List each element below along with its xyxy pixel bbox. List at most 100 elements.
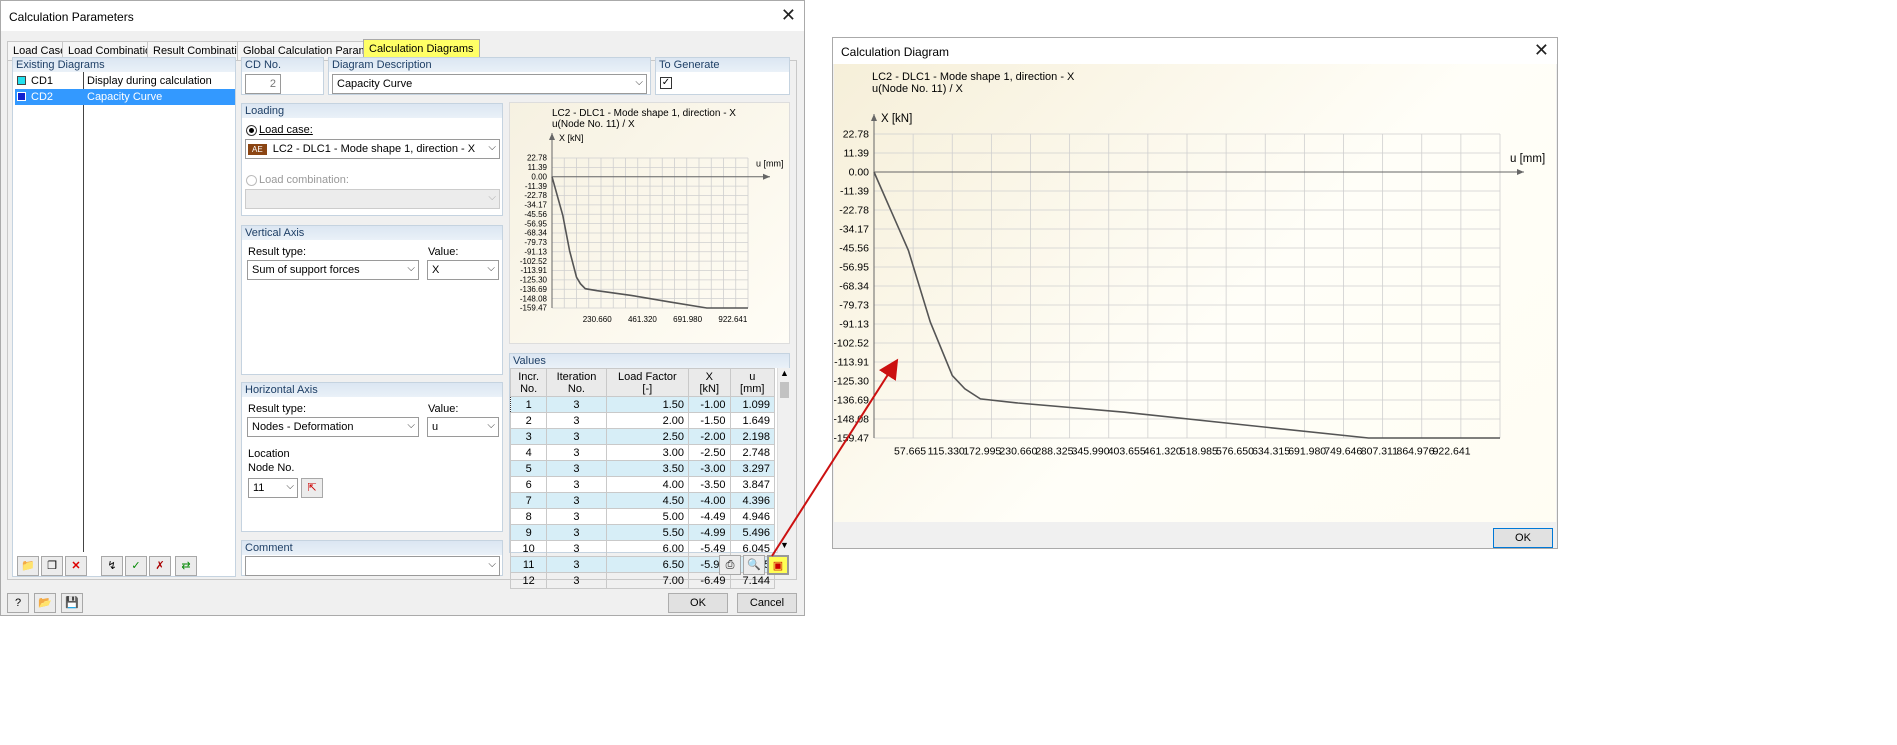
close-icon[interactable]: ✕ bbox=[1534, 40, 1549, 61]
load-case-label: Load case: bbox=[259, 124, 313, 136]
vertical-value-select[interactable]: X ⌵ bbox=[427, 260, 499, 280]
delete-diagram-button[interactable]: ✕ bbox=[65, 556, 87, 576]
color-swatch bbox=[17, 92, 26, 101]
uncheck-all-button[interactable]: ✗ bbox=[149, 556, 171, 576]
table-cell: 3 bbox=[546, 412, 607, 429]
table-cell: 2.198 bbox=[729, 428, 775, 445]
horizontal-value: u bbox=[432, 421, 439, 433]
y-tick-label: 11.39 bbox=[844, 147, 870, 159]
existing-diagrams-header: Existing Diagrams bbox=[13, 58, 235, 72]
x-tick-label: 230.660 bbox=[583, 315, 612, 324]
chevron-down-icon: ⌵ bbox=[407, 263, 415, 274]
vertical-result-type-select[interactable]: Sum of support forces ⌵ bbox=[247, 260, 419, 280]
y-tick-label: -136.69 bbox=[834, 395, 869, 407]
x-tick-label: 691.980 bbox=[1288, 446, 1326, 458]
y-tick-label: -45.56 bbox=[839, 242, 869, 254]
value-label: Value: bbox=[428, 246, 459, 258]
load-case-select[interactable]: AE LC2 - DLC1 - Mode shape 1, direction … bbox=[245, 139, 500, 159]
scroll-up-icon[interactable]: ▲ bbox=[780, 368, 789, 378]
print-button[interactable]: ⎙ bbox=[719, 555, 741, 575]
y-tick-label: -11.39 bbox=[840, 185, 869, 197]
open-icon[interactable]: 📂 bbox=[34, 593, 56, 613]
y-tick-label: -45.56 bbox=[524, 210, 547, 219]
x-tick-label: 749.646 bbox=[1324, 446, 1362, 458]
x-tick-label: 518.985 bbox=[1180, 446, 1218, 458]
cd-no-field[interactable]: 2 bbox=[245, 74, 281, 94]
zoom-button[interactable]: 🔍 bbox=[743, 555, 765, 575]
diagram-ok-button[interactable]: OK bbox=[1493, 528, 1553, 548]
table-row[interactable]: 1 3 1.50 -1.00 1.099 bbox=[509, 396, 775, 413]
y-tick-label: 22.78 bbox=[527, 154, 548, 163]
y-tick-label: -56.95 bbox=[524, 219, 547, 228]
chevron-down-icon: ⌵ bbox=[487, 263, 495, 274]
x-tick-label: 807.311 bbox=[1361, 446, 1398, 458]
y-axis-arrow bbox=[871, 114, 877, 121]
y-tick-label: -102.52 bbox=[520, 257, 548, 266]
dialog-title: Calculation Parameters bbox=[9, 10, 134, 24]
horizontal-value-select[interactable]: u ⌵ bbox=[427, 417, 499, 437]
load-combination-select[interactable]: ⌵ bbox=[245, 189, 500, 209]
x-tick-label: 288.325 bbox=[1036, 446, 1074, 458]
node-no-select[interactable]: 11 ⌵ bbox=[248, 478, 298, 498]
x-tick-label: 461.320 bbox=[628, 315, 657, 324]
load-case-radio[interactable] bbox=[246, 125, 257, 136]
y-tick-label: -91.13 bbox=[524, 247, 547, 256]
table-row[interactable]: 9 3 5.50 -4.99 5.496 bbox=[509, 524, 775, 541]
table-cell: 6.00 bbox=[605, 540, 690, 557]
result-type-label: Result type: bbox=[248, 403, 307, 415]
y-tick-label: -34.17 bbox=[839, 223, 869, 235]
to-generate-checkbox[interactable]: ✓ bbox=[660, 77, 672, 89]
list-item-cd2[interactable]: CD2 Capacity Curve bbox=[15, 89, 235, 105]
table-cell: 3.847 bbox=[729, 476, 775, 493]
horizontal-result-type-select[interactable]: Nodes - Deformation ⌵ bbox=[247, 417, 419, 437]
y-tick-label: -22.78 bbox=[839, 204, 869, 216]
copy-diagram-button[interactable]: ❐ bbox=[41, 556, 63, 576]
new-diagram-button[interactable]: 📁 bbox=[17, 556, 39, 576]
chevron-down-icon: ⌵ bbox=[487, 420, 495, 431]
table-cell: 5.50 bbox=[605, 524, 690, 541]
y-tick-label: 11.39 bbox=[528, 163, 548, 172]
table-cell: 4 bbox=[509, 444, 548, 461]
x-tick-label: 115.330 bbox=[928, 446, 965, 458]
table-cell: -3.00 bbox=[688, 460, 731, 477]
y-tick-label: -102.52 bbox=[834, 338, 869, 350]
x-axis-arrow bbox=[1517, 168, 1524, 175]
renumber-button[interactable]: ↯ bbox=[101, 556, 123, 576]
scroll-thumb[interactable] bbox=[780, 382, 789, 398]
close-icon[interactable]: ✕ bbox=[781, 5, 796, 26]
check-all-button[interactable]: ✓ bbox=[125, 556, 147, 576]
loading-panel: Loading Load case: AE LC2 - DLC1 - Mode … bbox=[241, 103, 503, 216]
show-diagram-button[interactable]: ▣ bbox=[767, 555, 789, 575]
table-cell: 3 bbox=[546, 572, 607, 589]
save-icon[interactable]: 💾 bbox=[61, 593, 83, 613]
ok-button[interactable]: OK bbox=[668, 593, 728, 613]
toggle-button[interactable]: ⇄ bbox=[175, 556, 197, 576]
table-row[interactable]: 8 3 5.00 -4.49 4.946 bbox=[509, 508, 775, 525]
table-cell: 4.00 bbox=[605, 476, 690, 493]
table-cell: 3 bbox=[546, 396, 607, 413]
table-cell: -4.99 bbox=[688, 524, 731, 541]
vertical-axis-panel: Vertical Axis Result type: Sum of suppor… bbox=[241, 225, 503, 375]
load-combination-radio[interactable] bbox=[246, 175, 257, 186]
help-icon[interactable]: ? bbox=[7, 593, 29, 613]
table-row[interactable]: 2 3 2.00 -1.50 1.649 bbox=[509, 412, 775, 429]
table-row[interactable]: 7 3 4.50 -4.00 4.396 bbox=[509, 492, 775, 509]
pick-node-button[interactable]: ⇱ bbox=[301, 478, 323, 498]
cancel-button[interactable]: Cancel bbox=[737, 593, 797, 613]
table-cell: 3 bbox=[546, 556, 607, 573]
dialog-titlebar: Calculation Parameters ✕ bbox=[1, 1, 804, 31]
scroll-down-icon[interactable]: ▼ bbox=[780, 540, 789, 550]
vertical-value: X bbox=[432, 264, 440, 276]
table-row[interactable]: 5 3 3.50 -3.00 3.297 bbox=[509, 460, 775, 477]
table-row[interactable]: 4 3 3.00 -2.50 2.748 bbox=[509, 444, 775, 461]
table-cell: 3 bbox=[546, 444, 607, 461]
diagram-description-select[interactable]: Capacity Curve ⌵ bbox=[332, 74, 647, 94]
x-tick-label: 461.320 bbox=[1144, 446, 1182, 458]
table-row[interactable]: 6 3 4.00 -3.50 3.847 bbox=[509, 476, 775, 493]
comment-input[interactable]: ⌵ bbox=[245, 556, 500, 576]
table-row[interactable]: 3 3 2.50 -2.00 2.198 bbox=[509, 428, 775, 445]
values-scrollbar[interactable]: ▲ ▼ bbox=[777, 368, 790, 553]
list-item-cd1[interactable]: CD1 Display during calculation bbox=[15, 73, 235, 89]
table-cell: 8 bbox=[509, 508, 548, 525]
table-cell: 1 bbox=[509, 396, 548, 413]
